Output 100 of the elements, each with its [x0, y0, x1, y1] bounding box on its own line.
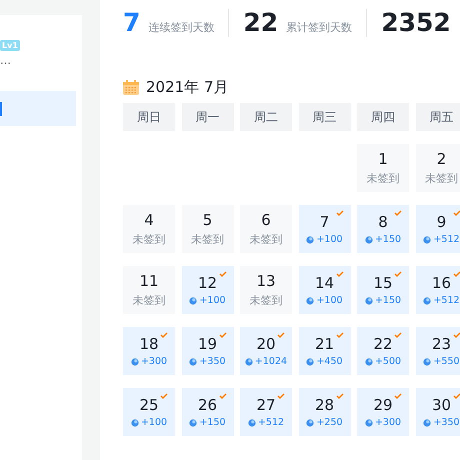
day-number: 5 — [202, 211, 212, 230]
day-cell[interactable]: 5 未签到 — [182, 205, 234, 253]
ore-icon — [130, 418, 139, 426]
reward-amount: +150 — [199, 417, 226, 428]
day-cell[interactable]: 23 +550 — [416, 327, 460, 375]
day-number: 1 — [378, 150, 388, 169]
day-cell[interactable]: 1 未签到 — [357, 144, 409, 192]
day-cell[interactable]: 6 未签到 — [240, 205, 292, 253]
reward-amount: +300 — [140, 356, 168, 367]
day-cell[interactable]: 12 +100 — [182, 266, 234, 314]
reward-amount: +150 — [374, 234, 402, 245]
reward-amount: +150 — [374, 295, 402, 306]
day-number: 19 — [198, 335, 218, 354]
check-icon — [218, 271, 226, 277]
reward-amount: +450 — [316, 356, 343, 367]
day-cell[interactable]: 30 +350 — [416, 388, 460, 436]
check-icon — [336, 332, 344, 338]
day-status: 未签到 — [366, 171, 400, 186]
reward-amount: +100 — [316, 234, 343, 245]
nav-item[interactable] — [0, 91, 76, 126]
stat-label: 累计签到天数 — [286, 20, 352, 35]
ore-icon — [130, 358, 139, 366]
day-status: 未签到 — [250, 232, 282, 247]
day-cell[interactable]: 29 +300 — [357, 388, 409, 436]
ore-icon — [189, 296, 198, 304]
reward-amount: +100 — [199, 295, 226, 306]
day-cell[interactable]: 27 +512 — [240, 388, 292, 436]
ore-icon — [423, 236, 432, 244]
reward-amount: +512 — [258, 417, 284, 428]
day-number: 26 — [198, 396, 218, 415]
day-cell[interactable]: 2 未签到 — [416, 144, 460, 192]
ore-icon — [423, 358, 432, 366]
day-number: 30 — [432, 396, 452, 415]
day-number: 27 — [256, 396, 276, 415]
stat-value: 7 — [123, 9, 140, 37]
day-number: 18 — [139, 335, 159, 354]
day-cell[interactable]: 15 +150 — [357, 266, 409, 314]
day-cell[interactable]: 16 +512 — [416, 266, 460, 314]
ore-icon — [306, 358, 314, 366]
day-cell[interactable]: 22 +500 — [357, 327, 409, 375]
user-text: … — [0, 54, 12, 67]
check-icon — [394, 332, 402, 338]
weekday-header: 周五 — [416, 103, 460, 131]
ore-icon — [306, 296, 314, 304]
day-cell[interactable]: 20 +1024 — [240, 327, 292, 375]
ore-icon — [189, 418, 198, 426]
month-title: 2021年 7月 — [146, 78, 228, 96]
day-number: 16 — [432, 274, 452, 293]
check-icon — [218, 332, 226, 338]
day-number: 28 — [314, 396, 334, 415]
day-cell[interactable]: 19 +350 — [182, 327, 234, 375]
day-number: 9 — [436, 213, 446, 232]
day-cell[interactable]: 11 未签到 — [123, 266, 175, 314]
day-cell[interactable]: 25 +100 — [123, 388, 175, 436]
calendar-icon — [123, 80, 139, 94]
day-number: 14 — [314, 274, 334, 293]
check-icon — [336, 393, 344, 399]
day-cell[interactable]: 9 +512 — [416, 205, 460, 253]
day-cell[interactable]: 4 未签到 — [123, 205, 175, 253]
day-cell[interactable]: 14 +100 — [298, 266, 350, 314]
stat-value: 2352 — [381, 9, 451, 37]
ore-icon — [306, 418, 314, 426]
day-cell[interactable]: 13 未签到 — [240, 266, 292, 314]
ore-icon — [364, 358, 373, 366]
stat-label: 连续签到天数 — [148, 20, 214, 35]
ore-icon — [364, 296, 373, 304]
reward-amount: +100 — [316, 295, 343, 306]
day-number: 20 — [256, 335, 276, 354]
day-cell[interactable]: 18 +300 — [123, 327, 175, 375]
weekday-header: 周二 — [240, 103, 292, 131]
ore-icon — [364, 418, 373, 426]
day-number: 29 — [373, 396, 393, 415]
day-cell[interactable]: 7 +100 — [298, 205, 350, 253]
day-status: 未签到 — [250, 293, 282, 308]
ore-icon — [423, 418, 432, 426]
day-number: 22 — [373, 335, 393, 354]
reward-amount: +350 — [433, 417, 460, 428]
ore-icon — [248, 418, 256, 426]
check-icon — [452, 271, 460, 277]
check-icon — [452, 210, 460, 216]
reward-amount: +512 — [433, 295, 460, 306]
check-icon — [394, 210, 402, 216]
day-cell[interactable]: 28 +250 — [298, 388, 350, 436]
check-icon — [336, 210, 344, 216]
day-number: 4 — [144, 211, 154, 230]
day-status: 未签到 — [132, 293, 166, 308]
day-number: 13 — [256, 272, 276, 291]
reward-amount: +250 — [316, 417, 343, 428]
reward-amount: +500 — [374, 356, 402, 367]
day-cell[interactable]: 21 +450 — [298, 327, 350, 375]
day-number: 8 — [378, 213, 388, 232]
day-number: 7 — [320, 213, 330, 232]
day-cell[interactable]: 8 +150 — [357, 205, 409, 253]
weekday-header: 周四 — [357, 103, 409, 131]
weekday-header: 周日 — [123, 103, 175, 131]
check-icon — [218, 393, 226, 399]
check-icon — [394, 271, 402, 277]
day-cell[interactable]: 26 +150 — [182, 388, 234, 436]
ore-icon — [189, 358, 198, 366]
check-icon — [277, 332, 285, 338]
